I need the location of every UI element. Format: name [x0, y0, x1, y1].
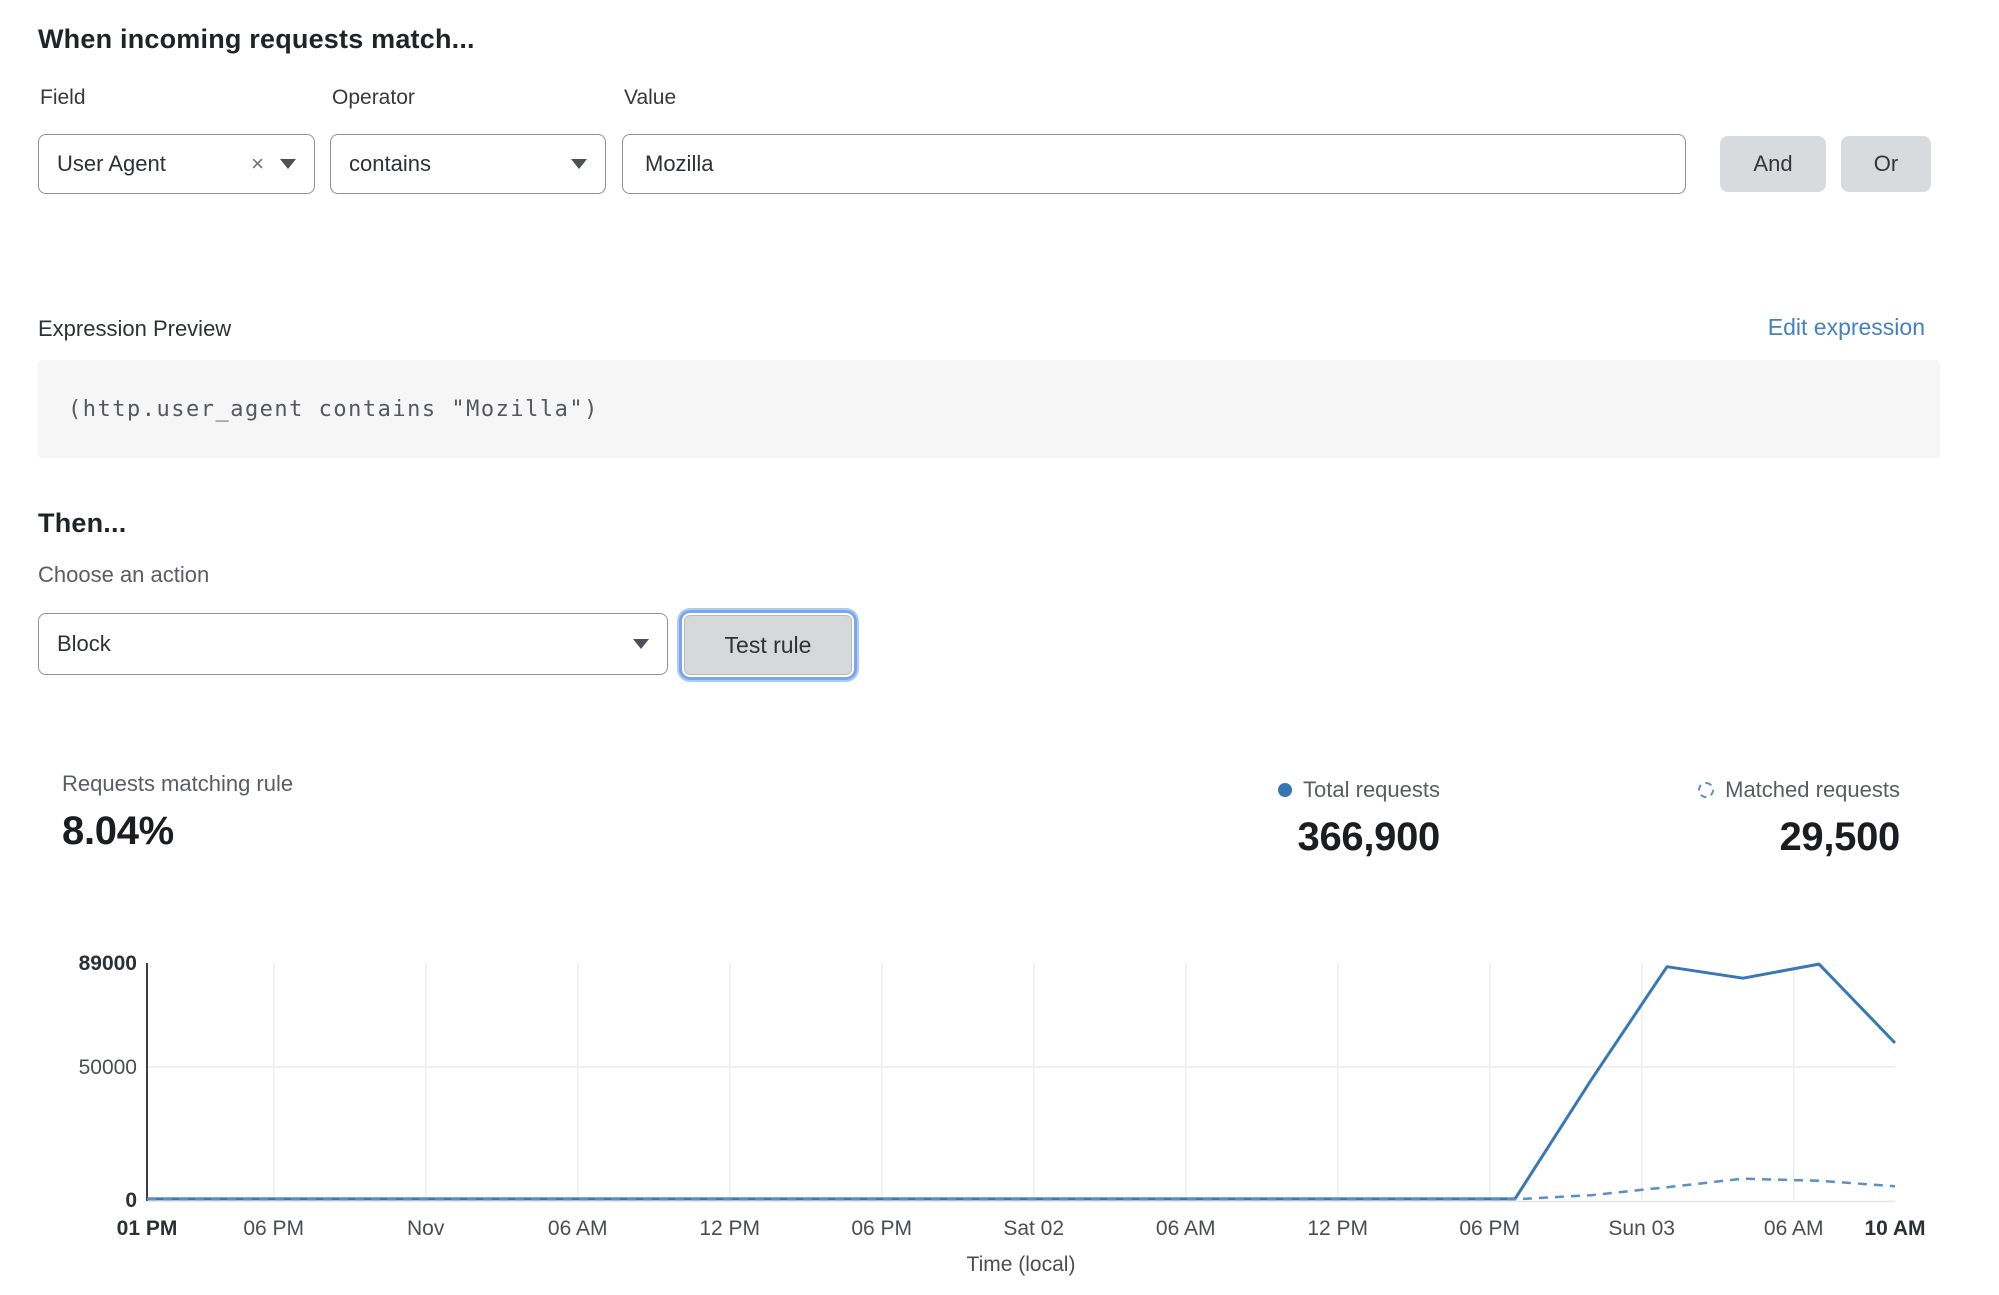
expression-preview-box: (http.user_agent contains "Mozilla") — [38, 360, 1940, 458]
svg-text:Time (local): Time (local) — [967, 1253, 1076, 1276]
matched-requests-value: 29,500 — [1698, 815, 1900, 860]
requests-matching-label: Requests matching rule — [62, 771, 293, 797]
or-button[interactable]: Or — [1841, 136, 1931, 192]
expression-code: (http.user_agent contains "Mozilla") — [68, 397, 599, 422]
svg-text:06 PM: 06 PM — [243, 1217, 304, 1240]
chevron-down-icon — [571, 159, 587, 169]
matched-requests-stat: Matched requests 29,500 — [1698, 777, 1900, 860]
svg-text:Sun 03: Sun 03 — [1608, 1217, 1675, 1240]
svg-text:12 PM: 12 PM — [699, 1217, 760, 1240]
operator-select[interactable]: contains — [330, 134, 606, 194]
svg-text:0: 0 — [125, 1189, 137, 1212]
clear-field-icon[interactable]: × — [251, 151, 264, 177]
action-select[interactable]: Block — [38, 613, 668, 675]
chevron-down-icon — [633, 639, 649, 649]
svg-text:89000: 89000 — [79, 952, 137, 975]
field-select[interactable]: User Agent × — [38, 134, 315, 194]
field-select-value: User Agent — [57, 151, 251, 177]
requests-matching-stat: Requests matching rule 8.04% — [62, 771, 293, 854]
total-requests-label: Total requests — [1303, 777, 1440, 803]
operator-label: Operator — [332, 86, 415, 110]
svg-text:06 AM: 06 AM — [1764, 1217, 1824, 1240]
edit-expression-link[interactable]: Edit expression — [1768, 314, 1925, 341]
svg-text:10 AM: 10 AM — [1864, 1217, 1925, 1240]
test-rule-button[interactable]: Test rule — [684, 615, 852, 675]
svg-text:Sat 02: Sat 02 — [1003, 1217, 1064, 1240]
requests-chart: 0 50000 89000 01 PM 06 PM Nov 06 AM 12 PM 06 PM S… — [0, 940, 1999, 1295]
operator-select-value: contains — [349, 151, 571, 177]
value-input[interactable] — [622, 134, 1686, 194]
field-label: Field — [40, 86, 86, 110]
matched-requests-legend-icon — [1698, 782, 1714, 798]
svg-text:06 AM: 06 AM — [1156, 1217, 1216, 1240]
value-label: Value — [624, 86, 676, 110]
svg-text:01 PM: 01 PM — [117, 1217, 178, 1240]
and-button[interactable]: And — [1720, 136, 1826, 192]
choose-action-label: Choose an action — [38, 562, 209, 588]
svg-text:06 AM: 06 AM — [548, 1217, 608, 1240]
then-heading: Then... — [38, 508, 126, 539]
svg-text:06 PM: 06 PM — [1459, 1217, 1520, 1240]
firewall-rule-builder-page: When incoming requests match... Field Op… — [0, 0, 1999, 1295]
svg-text:Nov: Nov — [407, 1217, 445, 1240]
requests-matching-value: 8.04% — [62, 809, 293, 854]
total-requests-stat: Total requests 366,900 — [1278, 777, 1440, 860]
expression-preview-label: Expression Preview — [38, 316, 231, 342]
total-requests-legend-icon — [1278, 783, 1292, 797]
total-requests-value: 366,900 — [1278, 815, 1440, 860]
svg-text:12 PM: 12 PM — [1307, 1217, 1368, 1240]
matched-requests-label: Matched requests — [1725, 777, 1900, 803]
action-select-value: Block — [57, 631, 633, 657]
chevron-down-icon — [280, 159, 296, 169]
svg-text:50000: 50000 — [79, 1056, 137, 1079]
page-title: When incoming requests match... — [38, 24, 475, 55]
svg-text:06 PM: 06 PM — [851, 1217, 912, 1240]
